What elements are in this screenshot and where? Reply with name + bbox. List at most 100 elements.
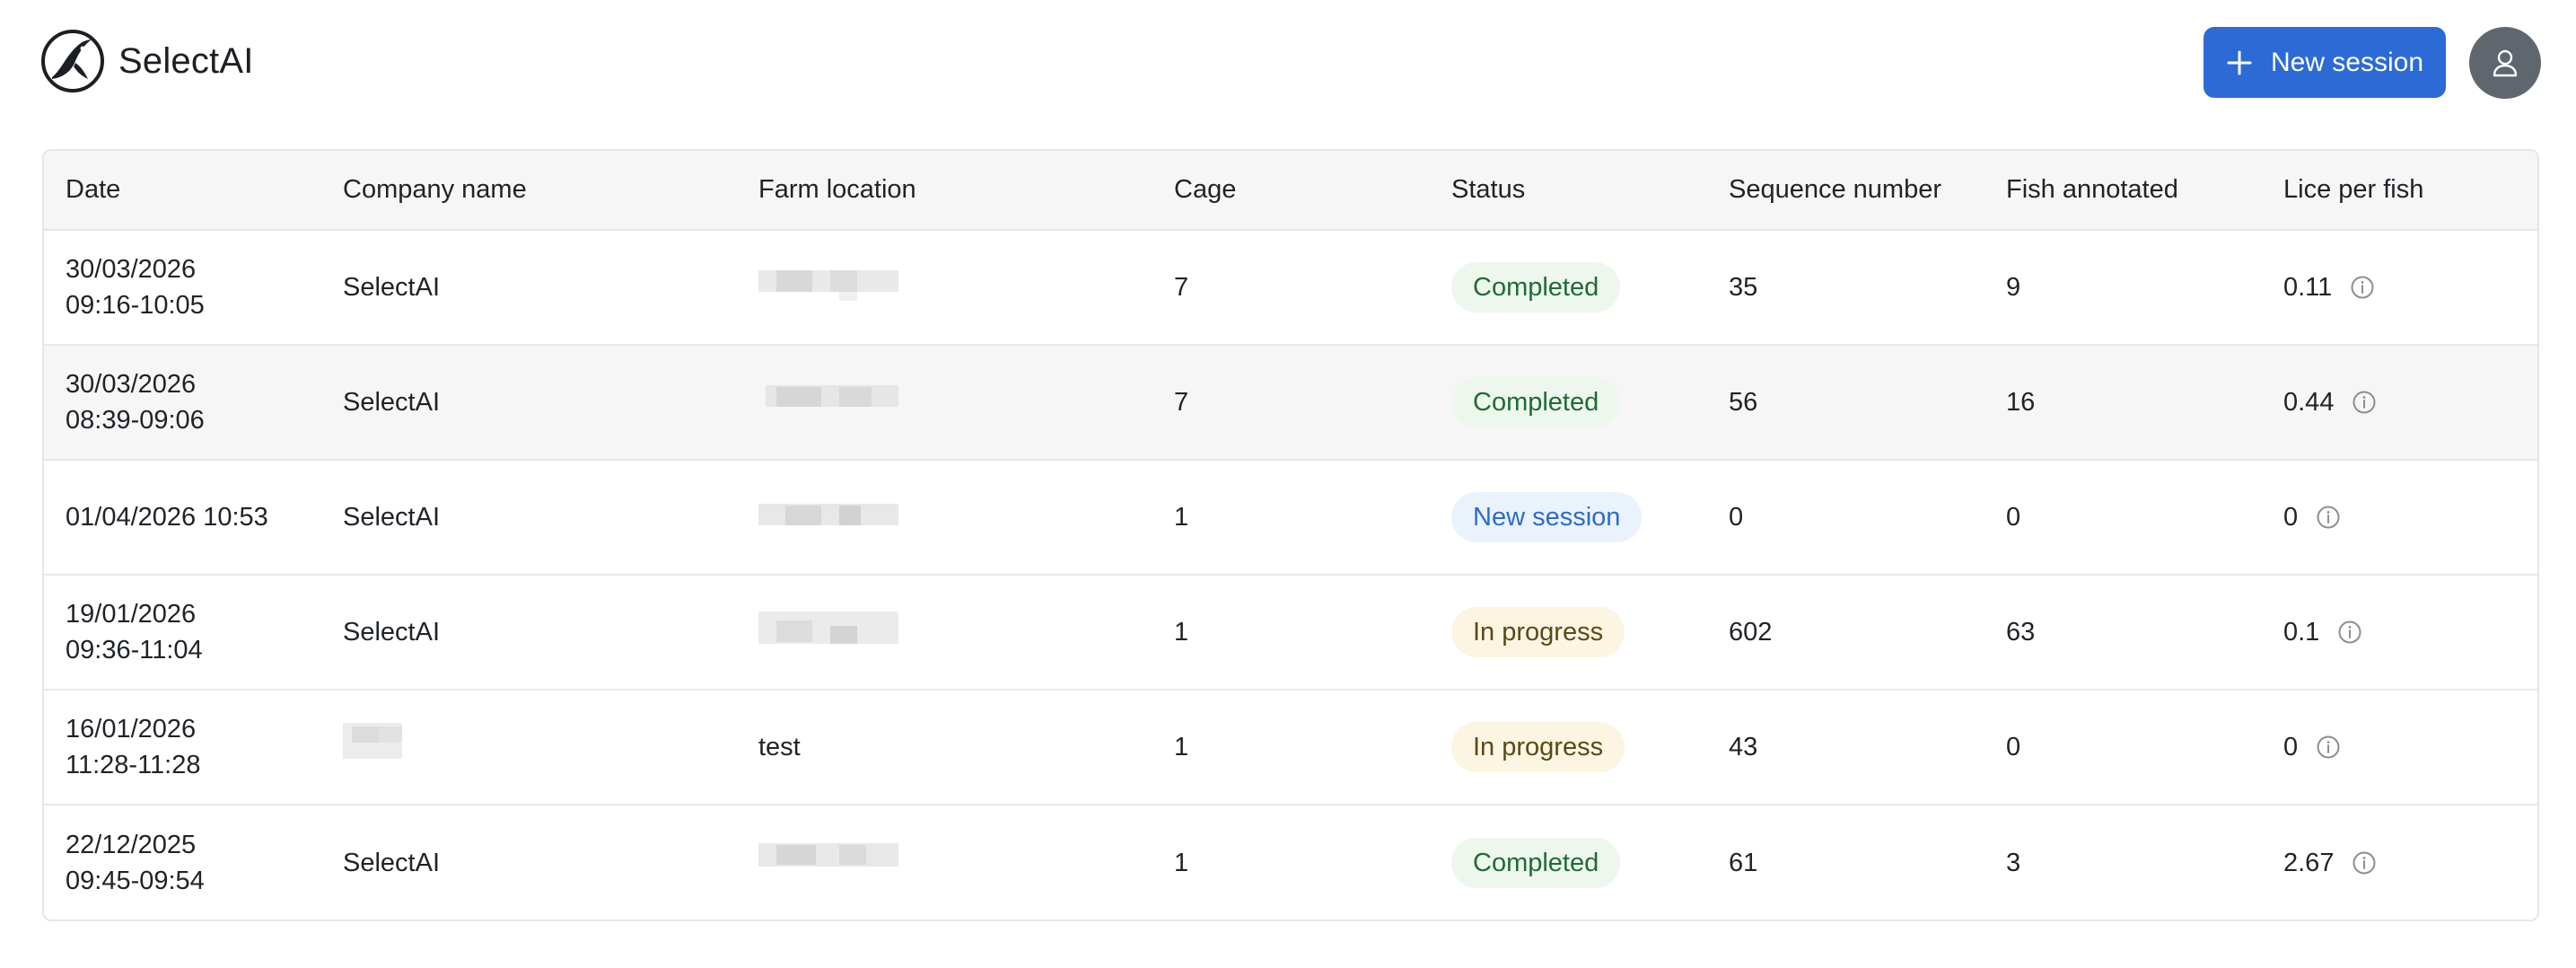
sessions-table: Date Company name Farm location Cage Sta… <box>42 149 2539 921</box>
fish-annotated-cell: 63 <box>2006 618 2036 647</box>
lice-cell: 0.1 <box>2262 575 2537 690</box>
table-row[interactable]: 22/12/2025 09:45-09:54 SelectAI 1 Comple… <box>44 805 2537 920</box>
time-range: 09:36-11:04 <box>66 636 203 664</box>
status-badge: Completed <box>1451 377 1621 427</box>
table-row[interactable]: 19/01/2026 09:36-11:04 SelectAI 1 In pro… <box>44 575 2537 690</box>
redacted-farm-location <box>758 838 898 877</box>
lice-value: 2.67 <box>2283 848 2335 877</box>
new-session-button[interactable]: New session <box>2204 27 2446 98</box>
column-header-date: Date <box>44 151 321 231</box>
sequence-cell: 0 <box>1729 503 1744 532</box>
time-range: 08:39-09:06 <box>66 406 205 435</box>
company-cell: SelectAI <box>343 618 440 647</box>
column-header-status: Status <box>1430 151 1707 231</box>
table-header-row: Date Company name Farm location Cage Sta… <box>44 151 2537 231</box>
redacted-farm-location <box>758 378 898 418</box>
info-icon[interactable] <box>2316 505 2341 530</box>
date-line: 30/03/2026 <box>66 255 197 284</box>
company-cell <box>321 690 737 805</box>
farm-cell <box>737 230 1152 345</box>
user-icon <box>2493 49 2518 77</box>
redacted-farm-location <box>758 263 898 303</box>
status-badge: In progress <box>1451 722 1625 772</box>
date-line: 16/01/2026 <box>66 715 197 744</box>
time-range: 09:45-09:54 <box>66 866 205 895</box>
date-cell: 30/03/2026 09:16-10:05 <box>44 230 321 345</box>
column-header-fish: Fish annotated <box>1985 151 2262 231</box>
fish-annotated-cell: 16 <box>2006 388 2036 417</box>
sequence-cell: 602 <box>1729 618 1773 647</box>
status-badge: New session <box>1451 492 1643 542</box>
column-header-cage: Cage <box>1152 151 1430 231</box>
company-cell: SelectAI <box>343 388 440 417</box>
date-line: 22/12/2025 <box>66 830 197 859</box>
lice-value: 0.11 <box>2283 273 2333 302</box>
time-range: 11:28-11:28 <box>66 751 201 779</box>
status-cell: In progress <box>1430 690 1707 805</box>
time-range: 09:16-10:05 <box>66 291 205 320</box>
redacted-farm-location <box>758 608 898 647</box>
lice-value: 0.44 <box>2283 388 2335 417</box>
date-cell: 01/04/2026 10:53 <box>44 460 321 575</box>
farm-cell <box>737 460 1152 575</box>
redacted-company-name <box>343 722 406 762</box>
info-icon[interactable] <box>2337 620 2362 645</box>
date-cell: 22/12/2025 09:45-09:54 <box>44 805 321 920</box>
column-header-sequence: Sequence number <box>1707 151 1985 231</box>
info-icon[interactable] <box>2316 735 2341 760</box>
lice-cell: 2.67 <box>2262 805 2537 920</box>
cage-cell: 1 <box>1174 503 1189 532</box>
sequence-cell: 43 <box>1729 733 1758 761</box>
status-badge: Completed <box>1451 262 1621 312</box>
status-badge: In progress <box>1451 607 1625 657</box>
lice-value: 0 <box>2283 503 2299 532</box>
farm-cell <box>737 345 1152 460</box>
info-icon[interactable] <box>2350 275 2375 300</box>
date-line: 01/04/2026 10:53 <box>66 503 268 532</box>
date-cell: 16/01/2026 11:28-11:28 <box>44 690 321 805</box>
fish-logo-icon <box>41 30 104 92</box>
lice-cell: 0.44 <box>2262 345 2537 460</box>
fish-annotated-cell: 3 <box>2006 848 2021 877</box>
status-badge: Completed <box>1451 837 1621 888</box>
status-cell: Completed <box>1430 345 1707 460</box>
lice-value: 0 <box>2283 733 2299 761</box>
info-icon[interactable] <box>2352 390 2377 415</box>
company-cell: SelectAI <box>343 273 440 302</box>
cage-cell: 1 <box>1174 618 1189 647</box>
sequence-cell: 35 <box>1729 273 1758 302</box>
farm-cell: test <box>758 733 801 761</box>
status-cell: Completed <box>1430 805 1707 920</box>
date-cell: 19/01/2026 09:36-11:04 <box>44 575 321 690</box>
table-row[interactable]: 01/04/2026 10:53 SelectAI 1 New session … <box>44 460 2537 575</box>
status-cell: In progress <box>1430 575 1707 690</box>
date-cell: 30/03/2026 08:39-09:06 <box>44 345 321 460</box>
table-row[interactable]: 30/03/2026 09:16-10:05 SelectAI 7 Comple… <box>44 230 2537 345</box>
date-line: 19/01/2026 <box>66 600 197 629</box>
company-cell: SelectAI <box>343 848 440 877</box>
info-icon[interactable] <box>2352 850 2377 876</box>
lice-cell: 0.11 <box>2262 230 2537 345</box>
table-row[interactable]: 16/01/2026 11:28-11:28 test 1 In progres… <box>44 690 2537 805</box>
date-line: 30/03/2026 <box>66 370 197 399</box>
table-row[interactable]: 30/03/2026 08:39-09:06 SelectAI 7 Comple… <box>44 345 2537 460</box>
new-session-label: New session <box>2270 47 2424 77</box>
sequence-cell: 61 <box>1729 848 1758 877</box>
brand[interactable]: SelectAI <box>39 27 254 95</box>
cage-cell: 7 <box>1174 388 1189 417</box>
lice-cell: 0 <box>2262 460 2537 575</box>
redacted-farm-location <box>758 493 898 532</box>
app-name: SelectAI <box>118 40 254 81</box>
lice-cell: 0 <box>2262 690 2537 805</box>
fish-annotated-cell: 9 <box>2006 273 2021 302</box>
user-avatar-button[interactable] <box>2469 27 2541 99</box>
column-header-farm: Farm location <box>737 151 1152 231</box>
column-header-company: Company name <box>321 151 737 231</box>
app-header: SelectAI New session <box>0 0 2576 126</box>
status-cell: New session <box>1430 460 1707 575</box>
plus-icon <box>2227 50 2252 75</box>
status-cell: Completed <box>1430 230 1707 345</box>
farm-cell <box>737 575 1152 690</box>
cage-cell: 7 <box>1174 273 1189 302</box>
cage-cell: 1 <box>1174 848 1189 877</box>
